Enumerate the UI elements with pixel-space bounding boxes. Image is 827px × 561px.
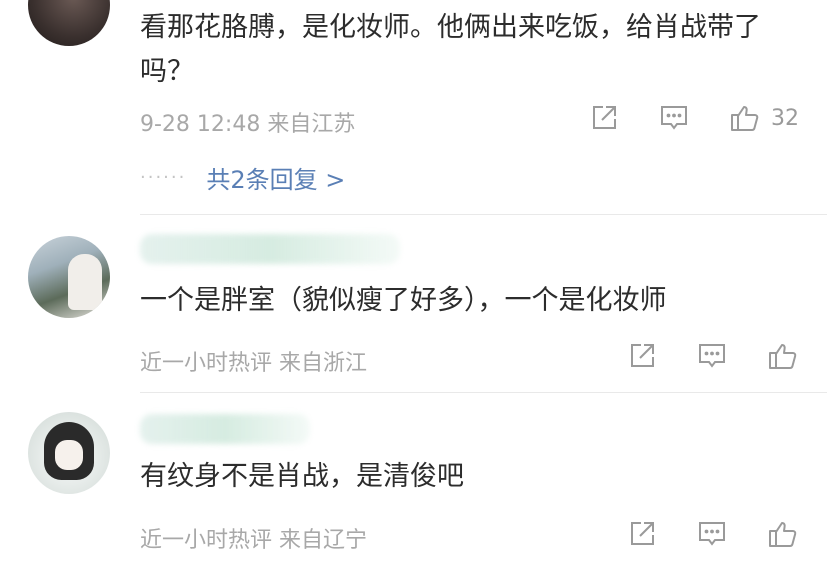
share-button[interactable] [589,103,619,133]
comment-icon [699,344,725,368]
divider [140,392,827,393]
thumbs-up-icon [769,344,797,369]
comment-button[interactable] [697,341,727,371]
comment-button[interactable] [697,519,727,549]
divider [140,214,827,215]
like-button[interactable] [767,519,799,549]
comment-meta: 9-28 12:48 来自江苏 [140,112,356,137]
comment-icon [699,522,725,546]
comment-actions: 32 [589,103,799,133]
comment-actions [627,341,799,371]
like-count: 32 [771,105,799,131]
comment-icon [661,106,687,130]
avatar[interactable] [28,0,110,46]
replies-label: 共2条回复 > [206,166,346,194]
replies-dots: ······ [140,167,187,188]
comment-text: 看那花胳膊，是化妆师。他俩出来吃饭，给肖战带了吗？ [140,12,761,87]
like-button[interactable]: 32 [729,103,799,133]
view-replies-link[interactable]: ······ 共2条回复 > [140,160,345,195]
comment-text: 一个是胖室（貌似瘦了好多），一个是化妆师 [140,285,667,316]
comment-meta: 近一小时热评 来自辽宁 [140,528,367,553]
share-button[interactable] [627,519,657,549]
comment-actions [627,519,799,549]
like-button[interactable] [767,341,799,371]
share-icon [631,344,654,367]
share-icon [593,106,616,129]
username-blurred[interactable] [140,414,310,444]
avatar[interactable] [28,412,110,494]
thumbs-up-icon [769,522,797,547]
comment-button[interactable] [659,103,689,133]
share-button[interactable] [627,341,657,371]
comment-text: 有纹身不是肖战，是清俊吧 [140,461,464,492]
avatar[interactable] [28,236,110,318]
comment-meta: 近一小时热评 来自浙江 [140,351,367,376]
share-icon [631,522,654,545]
username-blurred[interactable] [140,234,400,264]
thumbs-up-icon [731,106,759,131]
